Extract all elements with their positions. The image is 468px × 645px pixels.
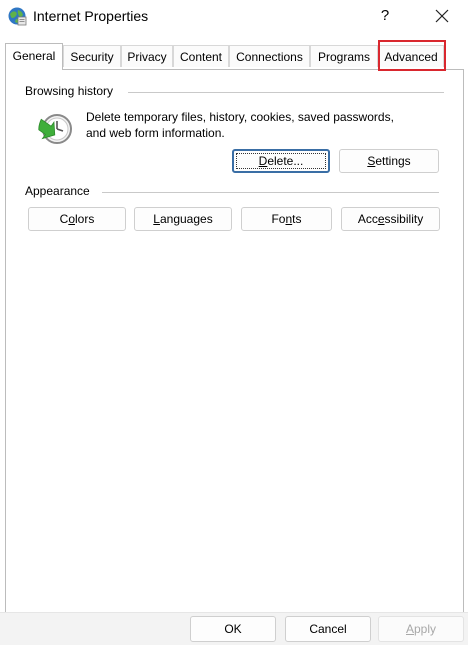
tab-programs[interactable]: Programs <box>310 45 378 67</box>
accessibility-label-key: e <box>377 212 385 226</box>
tab-privacy[interactable]: Privacy <box>121 45 173 67</box>
tab-advanced[interactable]: Advanced <box>378 45 444 67</box>
cancel-button[interactable]: Cancel <box>285 616 371 642</box>
tab-connections[interactable]: Connections <box>229 45 310 67</box>
tab-general[interactable]: General <box>5 43 63 70</box>
delete-button[interactable]: Delete... <box>232 149 330 173</box>
apply-label-key: A <box>405 622 414 636</box>
appearance-heading: Appearance <box>25 184 90 198</box>
settings-label-post: ettings <box>375 154 411 168</box>
colors-label-key: o <box>68 212 75 226</box>
clock-with-green-arrow-icon <box>38 114 72 144</box>
focus-rectangle <box>236 153 326 169</box>
apply-button[interactable]: Apply <box>378 616 464 642</box>
accessibility-label-post: ssibility <box>384 212 424 226</box>
close-icon[interactable] <box>428 3 456 29</box>
accessibility-button[interactable]: Accessibility <box>341 207 440 231</box>
colors-button[interactable]: Colors <box>28 207 126 231</box>
apply-label-post: pply <box>414 622 437 636</box>
fonts-button[interactable]: Fonts <box>241 207 332 231</box>
help-button[interactable]: ? <box>375 5 395 27</box>
description-line-1: Delete temporary files, history, cookies… <box>86 110 394 124</box>
browsing-history-divider <box>128 92 444 93</box>
colors-label-post: lors <box>75 212 95 226</box>
languages-label-post: anguages <box>159 212 213 226</box>
colors-label-pre: C <box>59 212 69 226</box>
tab-security[interactable]: Security <box>63 45 121 67</box>
description-line-2: and web form information. <box>86 126 225 140</box>
fonts-label-pre: Fo <box>271 212 286 226</box>
accessibility-label-pre: Acc <box>357 212 378 226</box>
window-title: Internet Properties <box>33 8 149 24</box>
title-bar: Internet Properties ? <box>0 0 468 34</box>
languages-button[interactable]: Languages <box>134 207 232 231</box>
internet-explorer-icon <box>8 7 27 26</box>
browsing-history-description: Delete temporary files, history, cookies… <box>86 109 436 141</box>
appearance-divider <box>102 192 439 193</box>
tab-content[interactable]: Content <box>173 45 229 67</box>
settings-button[interactable]: Settings <box>339 149 439 173</box>
ok-button[interactable]: OK <box>190 616 276 642</box>
browsing-history-heading: Browsing history <box>25 84 114 98</box>
fonts-label-post: ts <box>292 212 302 226</box>
languages-label-key: L <box>153 212 160 226</box>
